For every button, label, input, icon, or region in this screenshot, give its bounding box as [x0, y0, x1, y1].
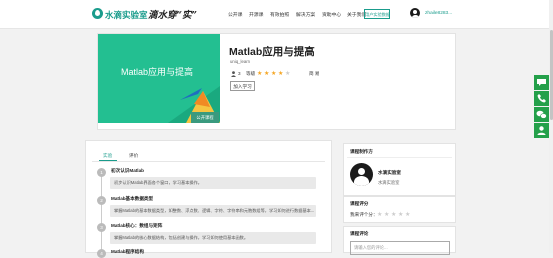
cover-title: Matlab应用与提高: [121, 67, 194, 77]
chapter-title[interactable]: 初次认识Matlab: [111, 168, 144, 174]
panel-divider: [347, 157, 452, 158]
sandbox-button[interactable]: 用户实验数据: [364, 9, 390, 19]
course-cover: Matlab应用与提高 公开课程: [98, 34, 220, 123]
avatar-body: [411, 14, 419, 18]
author-avatar[interactable]: [350, 163, 373, 186]
difficulty: 简 易: [309, 71, 320, 76]
nav-open-courses[interactable]: 开源课: [249, 11, 263, 18]
author-name[interactable]: 水滴实验室: [378, 170, 401, 176]
user-avatar[interactable]: [410, 8, 420, 18]
author-panel-title: 课程制作方: [350, 149, 373, 154]
step-number: 2: [97, 196, 106, 205]
water-drop-icon: [95, 10, 100, 16]
comment-panel-title: 课程评论: [350, 231, 369, 236]
star-icon: ★: [257, 71, 263, 77]
cover-art: [168, 86, 220, 123]
rating-panel-title: 课程评分: [350, 201, 369, 206]
rating-star-icon[interactable]: ★: [377, 211, 382, 218]
avatar-body: [354, 176, 369, 186]
star-empty-icon: ★: [285, 71, 291, 77]
brand-slogan: 滴水穿“实”: [148, 10, 197, 21]
rating-star-icon[interactable]: ★: [391, 211, 396, 218]
wechat-icon[interactable]: [534, 107, 549, 122]
chapter-title[interactable]: Matlab核心：数组与矩阵: [111, 223, 162, 229]
chapter-title[interactable]: Matlab程序结构: [111, 249, 144, 255]
star-icon: ★: [278, 71, 284, 77]
rating-star-icon[interactable]: ★: [398, 211, 403, 218]
tab-experiments[interactable]: 实验: [103, 153, 112, 159]
tab-active-indicator: [99, 160, 117, 161]
nav-funding[interactable]: 资助中心: [322, 11, 341, 18]
avatar-head: [413, 10, 417, 14]
chapter-title[interactable]: Matlab基本数据类型: [111, 196, 153, 202]
author-org: 水滴实验室: [378, 180, 400, 185]
avatar-head: [358, 168, 365, 175]
tab-reviews[interactable]: 评价: [129, 153, 138, 159]
chapter-description[interactable]: 掌握Matlab的核心数据结构，包括创建与操作，学习如何使用基本函数。: [110, 232, 316, 244]
nav-public-courses[interactable]: 公开课: [228, 11, 242, 18]
chapter-description[interactable]: 掌握Matlab的基本数据类型，如整数、浮点数、逻辑、字符、字符串和元胞数组等，…: [110, 205, 316, 217]
star-icon: ★: [264, 71, 270, 77]
rating-star-icon[interactable]: ★: [405, 211, 410, 218]
step-number: 1: [97, 168, 106, 177]
public-course-tag: 公开课程: [191, 112, 219, 123]
step-number: 3: [97, 223, 106, 232]
profile-icon[interactable]: [534, 123, 549, 138]
timeline-line: [101, 172, 102, 253]
rating-label: 我来评个分：: [350, 212, 378, 217]
user-icon: [231, 71, 236, 77]
course-title: Matlab应用与提高: [229, 46, 315, 58]
join-course-button[interactable]: 加入学习: [230, 81, 255, 91]
phone-icon[interactable]: [534, 91, 549, 106]
rating-star-icon[interactable]: ★: [384, 211, 389, 218]
chapter-description[interactable]: 初步认识Matlab界面各个窗口，学习基本操作。: [110, 177, 316, 189]
step-number: 4: [97, 249, 106, 258]
brand-name[interactable]: 水滴实验室: [105, 9, 148, 21]
learner-count: 3: [238, 71, 241, 76]
username[interactable]: zhaile8283...: [425, 11, 452, 16]
nav-photo[interactable]: 有效拍照: [270, 11, 289, 18]
course-author[interactable]: uniq_learn: [230, 59, 250, 64]
nav-solutions[interactable]: 解决方案: [296, 11, 315, 18]
tab-divider: [92, 161, 325, 162]
star-icon: ★: [271, 71, 277, 77]
level-label: 等级: [246, 71, 256, 76]
chat-icon[interactable]: [534, 75, 549, 90]
